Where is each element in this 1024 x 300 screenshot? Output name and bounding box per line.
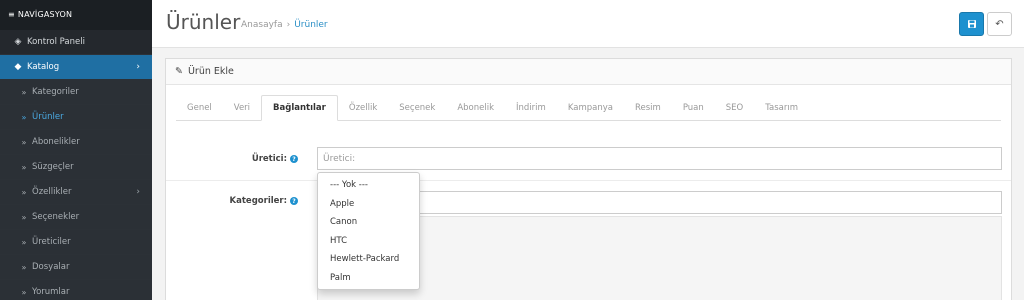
sidebar-item-dashboard[interactable]: ◈ Kontrol Paneli (0, 30, 152, 55)
dropdown-option[interactable]: Hewlett-Packard (318, 250, 419, 269)
dropdown-option[interactable]: Apple (318, 195, 419, 214)
manufacturer-label-text: Üretici: (251, 154, 287, 164)
sidebar-item-label: Dosyalar (32, 262, 70, 272)
tab-seo[interactable]: SEO (715, 95, 754, 121)
sidebar-item-manufacturers[interactable]: » Üreticiler (0, 230, 152, 255)
manufacturer-label: Üretici: ? (252, 154, 298, 164)
breadcrumb-separator: › (286, 20, 291, 30)
tab-data[interactable]: Veri (223, 95, 261, 121)
manufacturer-input-placeholder: Üretici: (323, 153, 356, 164)
dropdown-option[interactable]: Canon (318, 213, 419, 232)
tab-links[interactable]: Bağlantılar (261, 95, 338, 121)
breadcrumb-products[interactable]: Ürünler (294, 20, 327, 30)
category-row: Kategoriler: ? (166, 181, 1011, 221)
sidebar-item-label: Ürünler (32, 112, 64, 122)
sidebar-item-downloads[interactable]: » Dosyalar (0, 255, 152, 280)
dropdown-option[interactable]: Palm (318, 269, 419, 288)
sidebar-item-label: Abonelikler (32, 137, 80, 147)
sidebar-item-label: Kontrol Paneli (27, 37, 85, 47)
manufacturer-dropdown: --- Yok --- Apple Canon HTC Hewlett-Pack… (317, 172, 420, 290)
reply-icon: ↶ (995, 18, 1004, 30)
double-chevron-icon: » (21, 162, 27, 172)
double-chevron-icon: » (21, 212, 27, 222)
sidebar-item-label: Üreticiler (32, 237, 71, 247)
tab-special[interactable]: Kampanya (557, 95, 624, 121)
manufacturer-input[interactable]: Üretici: (317, 147, 1002, 170)
tab-bar: Genel Veri Bağlantılar Özellik Seçenek A… (176, 95, 1001, 121)
sidebar-item-subscriptions[interactable]: » Abonelikler (0, 130, 152, 155)
help-icon[interactable]: ? (290, 155, 298, 163)
dropdown-option[interactable]: --- Yok --- (318, 176, 419, 195)
back-button[interactable]: ↶ (987, 12, 1012, 36)
double-chevron-icon: » (21, 262, 27, 272)
tab-attribute[interactable]: Özellik (338, 95, 388, 121)
tab-discount[interactable]: İndirim (505, 95, 557, 121)
sidebar: ≡ NAVİGASYON ◈ Kontrol Paneli ◆ Katalog … (0, 0, 152, 300)
sidebar-item-label: Yorumlar (32, 287, 70, 297)
save-button[interactable] (959, 12, 984, 36)
chevron-right-icon: › (136, 62, 140, 72)
tab-subscription[interactable]: Abonelik (446, 95, 505, 121)
menu-icon: ≡ (8, 10, 15, 19)
main-content: Ürünler Anasayfa › Ürünler ↶ ✎ Ürün Ekle… (152, 0, 1024, 300)
double-chevron-icon: » (21, 87, 27, 97)
sidebar-item-label: Katalog (27, 62, 60, 72)
sidebar-item-label: Özellikler (32, 187, 72, 197)
double-chevron-icon: » (21, 187, 27, 197)
product-form-panel: ✎ Ürün Ekle Genel Veri Bağlantılar Özell… (165, 58, 1012, 300)
sidebar-item-filters[interactable]: » Süzgeçler (0, 155, 152, 180)
panel-heading: ✎ Ürün Ekle (166, 59, 1011, 85)
nav-header: ≡ NAVİGASYON (0, 0, 152, 30)
double-chevron-icon: » (21, 137, 27, 147)
page-header: Ürünler Anasayfa › Ürünler ↶ (152, 0, 1024, 48)
dropdown-option[interactable]: HTC (318, 232, 419, 251)
chevron-right-icon: › (136, 187, 140, 197)
category-label-text: Kategoriler: (229, 196, 287, 206)
sidebar-item-label: Süzgeçler (32, 162, 74, 172)
sidebar-item-attributes[interactable]: » Özellikler › (0, 180, 152, 205)
sidebar-item-options[interactable]: » Seçenekler (0, 205, 152, 230)
double-chevron-icon: » (21, 112, 27, 122)
tab-design[interactable]: Tasarım (754, 95, 809, 121)
double-chevron-icon: » (21, 237, 27, 247)
breadcrumb-home[interactable]: Anasayfa (241, 20, 283, 30)
tab-general[interactable]: Genel (176, 95, 223, 121)
tag-icon: ◆ (14, 62, 22, 72)
save-icon (967, 20, 976, 28)
panel-title: Ürün Ekle (187, 66, 234, 77)
double-chevron-icon: » (21, 287, 27, 297)
sidebar-item-reviews[interactable]: » Yorumlar (0, 280, 152, 300)
tab-option[interactable]: Seçenek (388, 95, 446, 121)
breadcrumb: Anasayfa › Ürünler (241, 20, 328, 30)
sidebar-item-catalog[interactable]: ◆ Katalog › (0, 55, 152, 80)
tab-image[interactable]: Resim (624, 95, 672, 121)
sidebar-item-categories[interactable]: » Kategoriler (0, 80, 152, 105)
category-label: Kategoriler: ? (230, 196, 298, 206)
sidebar-item-label: Kategoriler (32, 87, 79, 97)
nav-header-label: NAVİGASYON (17, 10, 73, 19)
tab-reward[interactable]: Puan (672, 95, 715, 121)
page-title: Ürünler (166, 10, 241, 34)
sidebar-item-label: Seçenekler (32, 212, 80, 222)
sidebar-item-products[interactable]: » Ürünler (0, 105, 152, 130)
manufacturer-row: Üretici: ? Üretici: (166, 139, 1011, 181)
dashboard-icon: ◈ (14, 37, 22, 47)
pencil-icon: ✎ (175, 66, 183, 77)
help-icon[interactable]: ? (290, 197, 298, 205)
